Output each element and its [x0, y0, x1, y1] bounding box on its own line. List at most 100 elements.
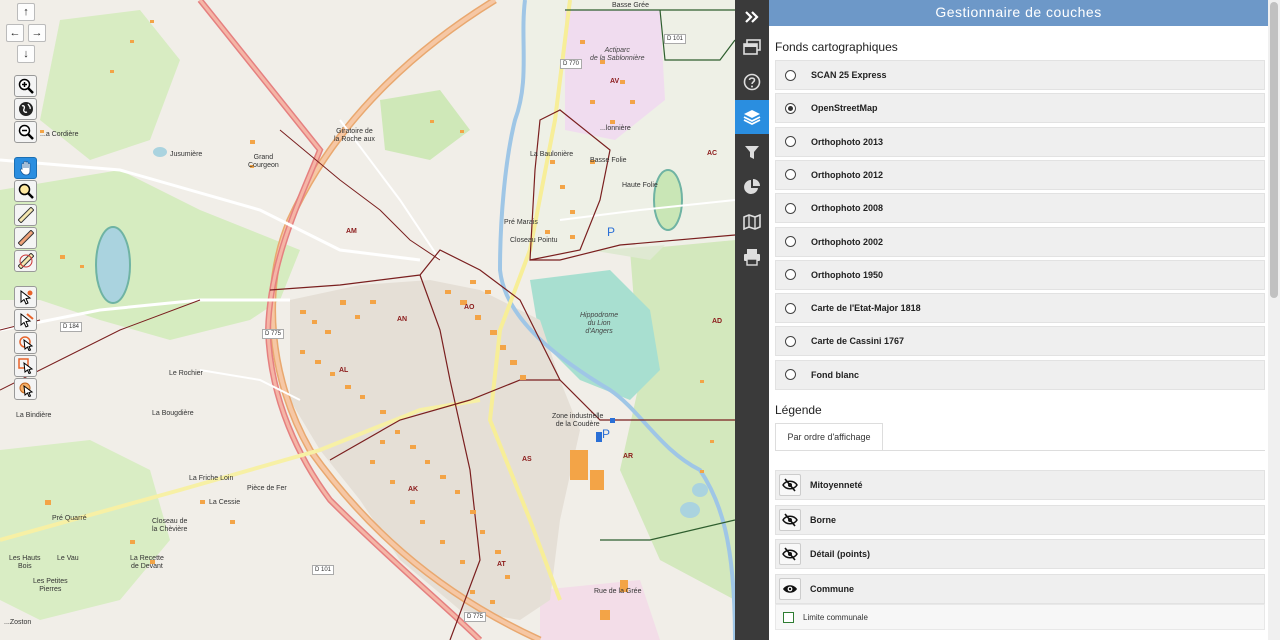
- basemap-option[interactable]: Carte de Cassini 1767: [775, 326, 1265, 357]
- basemap-option[interactable]: Orthophoto 2002: [775, 226, 1265, 257]
- basemap-label: Carte de l'Etat-Major 1818: [811, 303, 921, 314]
- map-background: [0, 0, 735, 640]
- select-polygon-button[interactable]: [14, 378, 37, 400]
- sidebar: [735, 0, 769, 640]
- basemap-radio[interactable]: [785, 69, 796, 81]
- map-label-road: D 101: [312, 565, 335, 575]
- basemap-label: SCAN 25 Express: [811, 70, 887, 80]
- basemap-option[interactable]: Carte de l'Etat-Major 1818: [775, 293, 1265, 324]
- legend-layer-row[interactable]: Borne: [775, 504, 1265, 535]
- map-label-place: Grand Courgeon: [248, 154, 279, 169]
- filter-button[interactable]: [735, 135, 769, 169]
- map-label-place: Closeau Pointu: [510, 237, 558, 244]
- basemap-radio[interactable]: [785, 369, 796, 381]
- basemap-radio[interactable]: [785, 269, 796, 281]
- map-button[interactable]: [735, 205, 769, 239]
- basemap-option[interactable]: Orthophoto 1950: [775, 259, 1265, 290]
- basemap-label: Orthophoto 2012: [811, 169, 884, 180]
- legend-layer-row[interactable]: Mitoyenneté: [775, 470, 1265, 500]
- basemap-radio[interactable]: [785, 136, 796, 148]
- collapse-panel-button[interactable]: [735, 0, 769, 34]
- pan-up-button[interactable]: ↑: [17, 3, 35, 21]
- zoom-in-button[interactable]: [14, 75, 37, 97]
- legend-layer-row[interactable]: Détail (points): [775, 539, 1265, 570]
- map-view[interactable]: Basse Grée Actiparc de la Sablonnière AV …: [0, 0, 735, 640]
- select-box-icon: [17, 358, 33, 374]
- select-box-button[interactable]: [14, 355, 37, 377]
- basemap-option[interactable]: Orthophoto 2013: [775, 126, 1265, 157]
- tab-divider: [775, 450, 1265, 451]
- panel-scrollbar[interactable]: [1268, 0, 1280, 640]
- sublayer-label: Limite communale: [803, 612, 868, 622]
- zoom-box-button[interactable]: [14, 180, 37, 202]
- map-label-place: Pré Quarré: [52, 515, 87, 522]
- pan-down-button[interactable]: ↓: [17, 45, 35, 63]
- tab-display-order[interactable]: Par ordre d'affichage: [775, 423, 883, 451]
- collapse-icon: [745, 11, 759, 23]
- measure-distance-button[interactable]: [14, 204, 37, 226]
- map-label-place: Closeau de la Chèvière: [152, 518, 188, 533]
- parking-icon: P: [602, 427, 611, 441]
- map-label-place: Pièce de Fer: [247, 485, 287, 492]
- basemap-option[interactable]: Fond blanc: [775, 359, 1265, 390]
- basemap-option[interactable]: OpenStreetMap: [775, 93, 1265, 124]
- basemap-option[interactable]: SCAN 25 Express: [775, 60, 1265, 90]
- basemap-radio[interactable]: [785, 236, 796, 247]
- measure-circle-button[interactable]: [14, 250, 37, 272]
- basemap-option[interactable]: Orthophoto 2012: [775, 159, 1265, 190]
- full-extent-button[interactable]: [14, 98, 37, 120]
- zoom-in-icon: [18, 78, 34, 94]
- pan-left-button[interactable]: ←: [6, 24, 24, 42]
- pan-tool-button[interactable]: [14, 157, 37, 179]
- hand-icon: [19, 160, 30, 176]
- map-label-place: La Bougdière: [152, 410, 194, 417]
- select-polygon-icon: [19, 382, 33, 397]
- scrollbar-thumb[interactable]: [1270, 2, 1278, 298]
- windows-button[interactable]: [735, 30, 769, 64]
- map-label-section: AM: [346, 228, 357, 235]
- map-label-road: D 770: [560, 59, 583, 69]
- zoom-box-icon: [18, 183, 34, 199]
- basemap-radio[interactable]: [785, 169, 796, 181]
- globe-icon: [18, 102, 33, 116]
- map-label-place: Le Rochier: [169, 370, 203, 377]
- map-label-section: AC: [707, 150, 718, 157]
- layer-manager-button[interactable]: [735, 100, 769, 134]
- map-label-place: La Bindière: [16, 412, 52, 419]
- basemap-radio[interactable]: [785, 102, 796, 114]
- basemap-radio[interactable]: [785, 335, 796, 347]
- map-label-place: ...a Cordière: [40, 131, 79, 138]
- eye-slash-icon[interactable]: [779, 474, 801, 496]
- basemap-radio[interactable]: [785, 202, 796, 214]
- print-button[interactable]: [735, 240, 769, 274]
- zoom-out-button[interactable]: [14, 121, 37, 143]
- help-button[interactable]: [735, 65, 769, 99]
- select-line-button[interactable]: [14, 309, 37, 331]
- print-icon: [744, 249, 760, 266]
- eye-icon[interactable]: [779, 578, 801, 601]
- select-point-button[interactable]: [14, 286, 37, 308]
- eye-slash-icon[interactable]: [779, 543, 801, 566]
- basemaps-section-title: Fonds cartographiques: [775, 40, 898, 54]
- map-label-section: AD: [712, 318, 723, 325]
- pan-right-button[interactable]: →: [28, 24, 46, 42]
- map-label-section: AN: [397, 316, 408, 323]
- statistics-button[interactable]: [735, 170, 769, 204]
- sublayer-checkbox[interactable]: [783, 611, 794, 623]
- map-label-section: AK: [408, 486, 419, 493]
- map-label-place: Les Petites Pierres: [33, 578, 68, 593]
- basemap-option[interactable]: Orthophoto 2008: [775, 193, 1265, 224]
- legend-layer-row[interactable]: Commune: [775, 574, 1265, 605]
- map-label-place: Haute Folie: [622, 182, 658, 189]
- measure-area-button[interactable]: [14, 227, 37, 249]
- panel-title: Gestionnaire de couches: [769, 0, 1268, 26]
- basemap-label: Orthophoto 2002: [811, 236, 884, 247]
- map-label-section: AO: [464, 304, 475, 311]
- legend-layer-label: Détail (points): [810, 549, 870, 560]
- basemap-radio[interactable]: [785, 302, 796, 314]
- eye-slash-icon[interactable]: [779, 508, 801, 531]
- map-label-place: La Baulonière: [530, 151, 574, 158]
- select-circle-button[interactable]: [14, 332, 37, 354]
- sublayer-row[interactable]: Limite communale: [775, 604, 1265, 630]
- filter-icon: [745, 146, 759, 159]
